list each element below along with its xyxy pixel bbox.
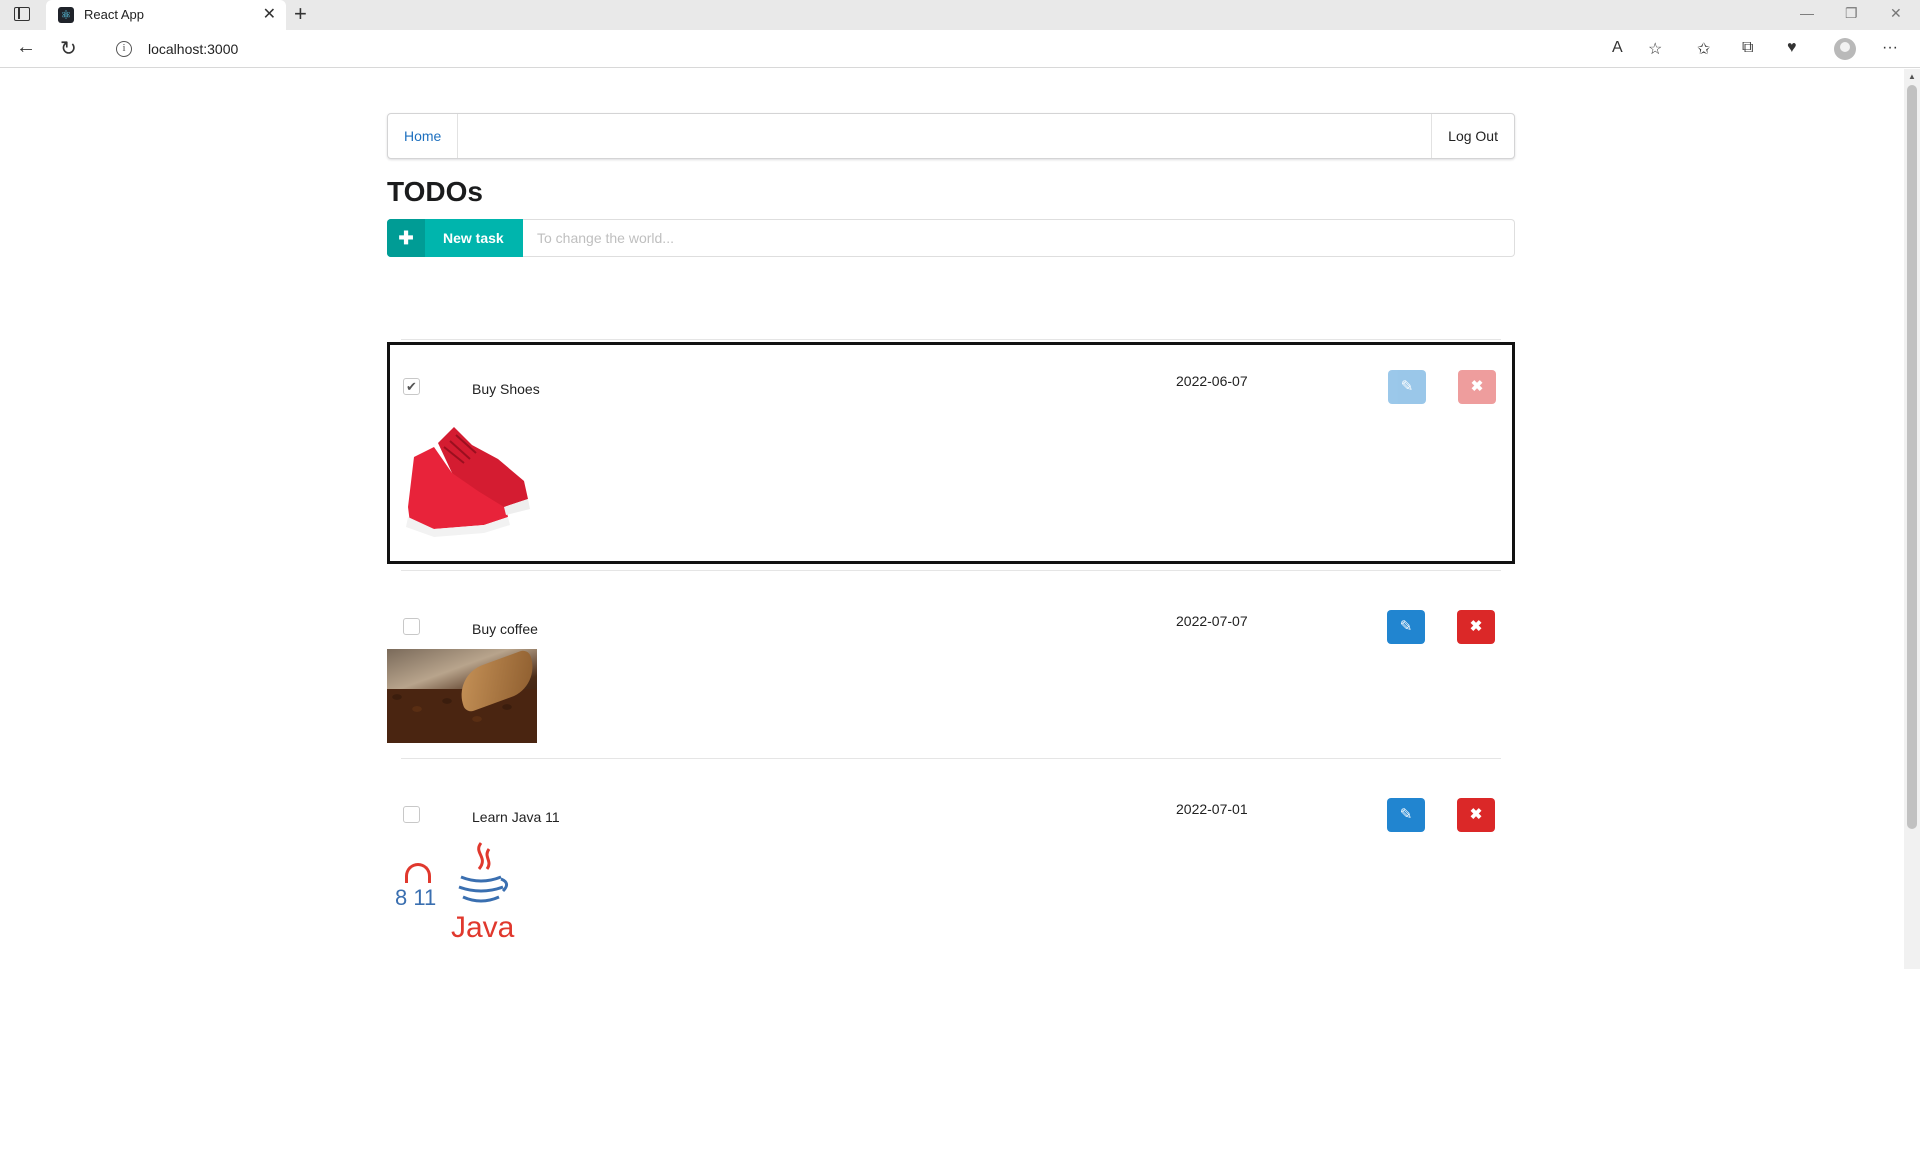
list-divider [401,570,1501,571]
list-divider [401,339,1501,340]
java-versions: 8 11 [395,885,437,910]
read-aloud-icon[interactable]: A [1612,39,1623,57]
close-icon: ✖ [1469,618,1483,635]
todo-item[interactable]: Learn Java 11 2022-07-01 ✎ ✖ 8 11 Java [387,771,1515,951]
todo-item[interactable]: Buy coffee 2022-07-07 ✎ ✖ [387,583,1515,753]
new-task-input[interactable] [523,219,1515,257]
todo-date: 2022-07-01 [1176,801,1248,817]
delete-button[interactable]: ✖ [1457,798,1495,832]
pencil-icon: ✎ [1400,378,1414,395]
browser-tab[interactable]: ⚛ React App ✕ [46,0,286,30]
delete-button[interactable]: ✖ [1458,370,1496,404]
health-icon[interactable]: ♥ [1787,39,1797,57]
url-field[interactable]: i localhost:3000 [110,34,1650,64]
react-favicon-icon: ⚛ [58,7,74,23]
new-tab-icon[interactable]: + [294,1,307,27]
page-scrollbar[interactable]: ▲ [1904,69,1920,969]
new-task-button[interactable]: ✚ New task [387,219,523,257]
tab-actions-icon[interactable] [14,7,30,21]
coffee-image [387,649,537,743]
java-cup-icon [458,842,508,903]
java-wordmark: Java [451,911,515,944]
todo-checkbox[interactable] [403,806,420,823]
todo-item[interactable]: ✔ Buy Shoes 2022-06-07 ✎ ✖ [387,342,1515,564]
address-bar: ← ↻ i localhost:3000 A ☆ ✩ ⧉ ♥ ··· [0,30,1920,68]
logout-link[interactable]: Log Out [1431,114,1514,158]
back-icon[interactable]: ← [16,36,36,59]
home-link[interactable]: Home [388,114,459,158]
edit-button[interactable]: ✎ [1387,610,1425,644]
pencil-icon: ✎ [1399,618,1413,635]
scrollbar-thumb[interactable] [1907,85,1917,829]
top-menu: Home Log Out [387,113,1515,159]
tab-title: React App [84,7,144,22]
todo-title: Buy Shoes [472,381,540,397]
plus-icon: ✚ [387,219,425,257]
page-title: TODOs [387,176,483,207]
refresh-icon[interactable]: ↻ [60,36,77,61]
todo-date: 2022-06-07 [1176,373,1248,389]
profile-avatar[interactable] [1834,38,1856,60]
scroll-up-icon[interactable]: ▲ [1908,72,1916,81]
close-tab-icon[interactable]: ✕ [263,4,276,24]
edit-button[interactable]: ✎ [1387,798,1425,832]
browser-tab-bar: ⚛ React App ✕ + — ❐ ✕ [0,0,1920,30]
list-divider [401,758,1501,759]
restore-icon[interactable]: ❐ [1845,5,1858,22]
new-task-form: ✚ New task [387,219,1515,257]
shoe-image [394,417,544,545]
app-container: Home Log Out TODOs ✚ New task ✔ Buy Shoe… [387,113,1515,949]
close-window-icon[interactable]: ✕ [1890,5,1902,22]
todo-title: Buy coffee [472,621,538,637]
new-task-label: New task [443,230,504,246]
url-text: localhost:3000 [148,41,239,57]
todo-checkbox[interactable] [403,618,420,635]
delete-button[interactable]: ✖ [1457,610,1495,644]
upgrade-arc [405,863,431,883]
todo-checkbox[interactable]: ✔ [403,378,420,395]
todo-date: 2022-07-07 [1176,613,1248,629]
more-menu-icon[interactable]: ··· [1882,39,1898,57]
edit-button[interactable]: ✎ [1388,370,1426,404]
pencil-icon: ✎ [1399,806,1413,823]
favorites-icon[interactable]: ✩ [1697,39,1710,59]
close-icon: ✖ [1470,378,1484,395]
close-icon: ✖ [1469,806,1483,823]
collections-icon[interactable]: ⧉ [1742,39,1753,57]
todo-title: Learn Java 11 [472,809,560,825]
minimize-icon[interactable]: — [1800,5,1814,21]
site-info-icon[interactable]: i [116,41,132,57]
add-favorite-icon[interactable]: ☆ [1648,39,1662,59]
java-image: 8 11 Java [387,837,537,949]
